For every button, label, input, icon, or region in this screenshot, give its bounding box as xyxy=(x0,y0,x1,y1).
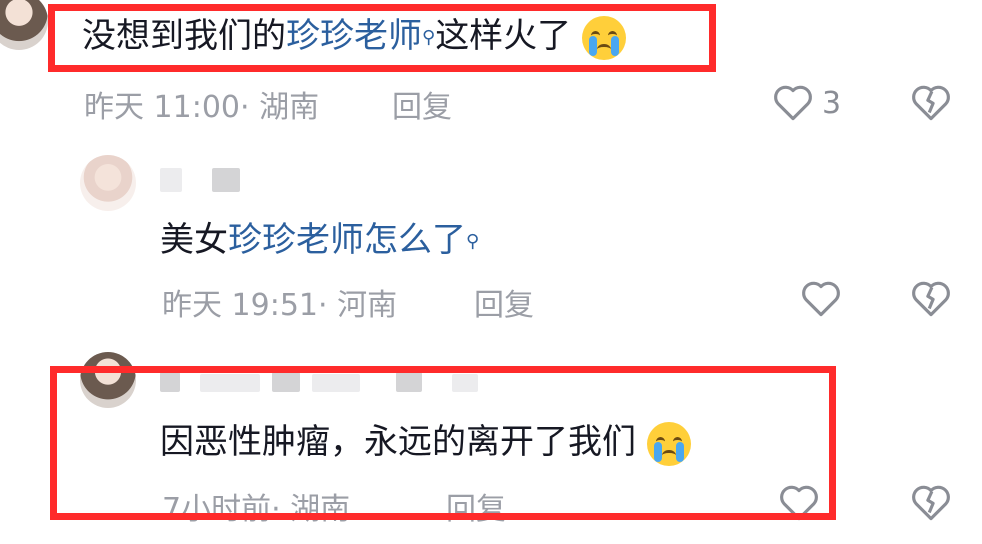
search-icon: ⚲ xyxy=(466,231,480,252)
comment-meta: 昨天 19:51· 河南 xyxy=(162,280,397,324)
comment-meta: 昨天 11:00· 湖南 xyxy=(84,82,319,126)
dislike-icon[interactable] xyxy=(910,278,952,318)
timestamp: 昨天 19:51 xyxy=(162,288,318,323)
topic-link[interactable]: 珍珍老师怎么了 xyxy=(228,220,466,260)
like-icon[interactable] xyxy=(800,278,842,318)
username[interactable] xyxy=(212,168,240,192)
region: · 河南 xyxy=(318,288,398,323)
username[interactable] xyxy=(160,168,182,192)
timestamp: 昨天 11:00 xyxy=(84,90,240,125)
avatar[interactable] xyxy=(80,155,136,211)
annotation-box xyxy=(50,366,836,520)
annotation-box xyxy=(48,4,716,72)
comment-text: 美女珍珍老师怎么了⚲ xyxy=(160,220,480,260)
avatar[interactable] xyxy=(0,0,48,50)
reply-button[interactable]: 回复 xyxy=(392,82,452,126)
like-icon[interactable] xyxy=(772,82,814,122)
like-count: 3 xyxy=(822,86,842,121)
dislike-icon[interactable] xyxy=(910,482,952,522)
reply-button[interactable]: 回复 xyxy=(474,280,534,324)
region: · 湖南 xyxy=(240,90,320,125)
dislike-icon[interactable] xyxy=(910,82,952,122)
